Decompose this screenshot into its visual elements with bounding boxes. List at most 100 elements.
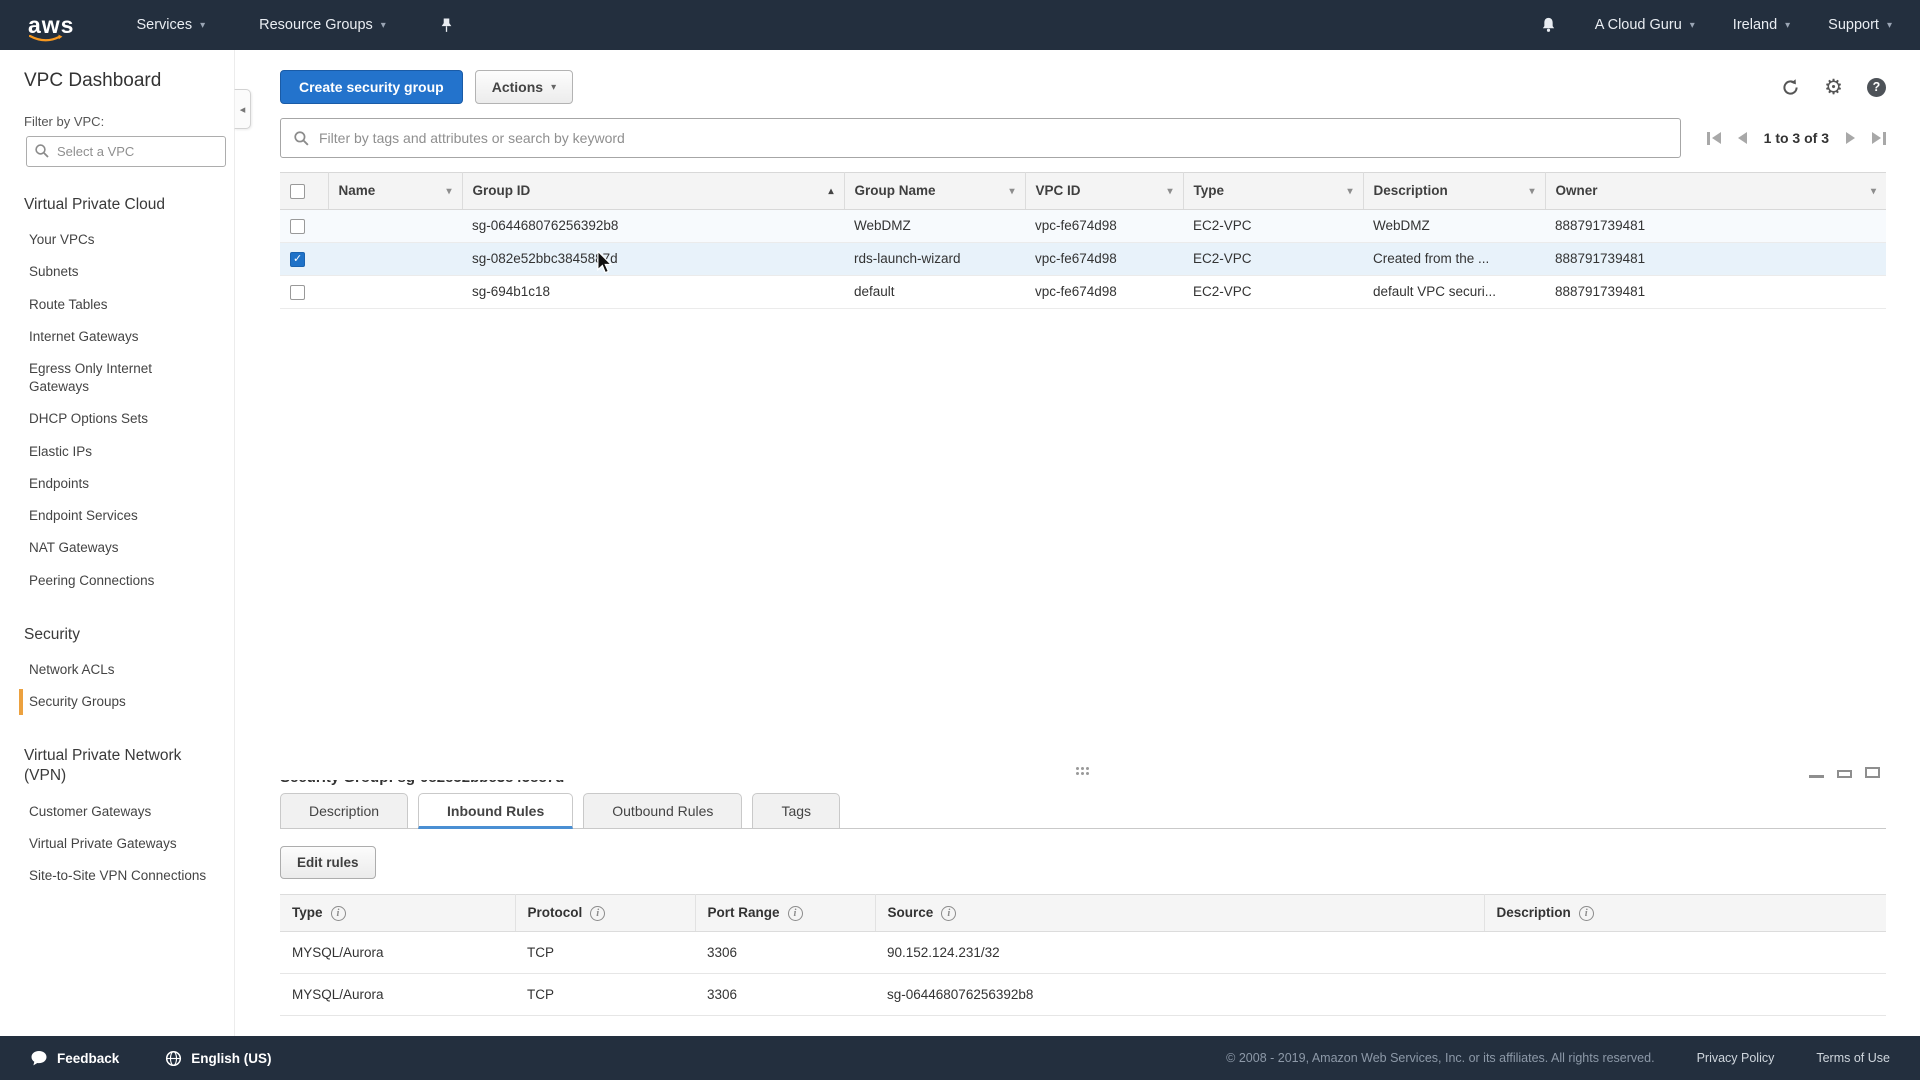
filter-caret-icon[interactable]: ▾ bbox=[1347, 186, 1352, 197]
help-icon[interactable]: ? bbox=[1867, 78, 1886, 97]
filter-caret-icon[interactable]: ▾ bbox=[1009, 186, 1014, 197]
notifications-bell-icon[interactable] bbox=[1540, 16, 1557, 34]
section-heading-vpn: Virtual Private Network (VPN) bbox=[24, 746, 210, 786]
row-checkbox[interactable] bbox=[290, 285, 305, 300]
select-all-checkbox[interactable] bbox=[290, 184, 305, 199]
cell-vpc-id: vpc-fe674d98 bbox=[1025, 209, 1183, 242]
create-security-group-button[interactable]: Create security group bbox=[280, 70, 463, 104]
column-header-group-name[interactable]: Group Name▾ bbox=[844, 173, 1025, 210]
refresh-icon[interactable] bbox=[1781, 78, 1800, 97]
vpc-filter-input[interactable] bbox=[26, 136, 226, 167]
column-header-name[interactable]: Name▾ bbox=[328, 173, 462, 210]
column-header-description[interactable]: Description▾ bbox=[1363, 173, 1545, 210]
sidebar-item-peering-connections[interactable]: Peering Connections bbox=[0, 565, 234, 597]
aws-logo[interactable]: aws bbox=[28, 14, 74, 37]
sidebar-item-endpoints[interactable]: Endpoints bbox=[0, 468, 234, 500]
column-header-owner[interactable]: Owner▾ bbox=[1545, 173, 1886, 210]
next-page-icon bbox=[1846, 132, 1855, 144]
pagination-prev-button[interactable] bbox=[1738, 132, 1747, 144]
filter-search-box[interactable] bbox=[280, 118, 1681, 158]
nav-region-menu[interactable]: Ireland ▾ bbox=[1733, 17, 1790, 33]
panel-minimize-icon[interactable] bbox=[1809, 775, 1824, 778]
sidebar-item-security-groups[interactable]: Security Groups bbox=[0, 686, 234, 718]
nav-support-menu[interactable]: Support ▾ bbox=[1828, 17, 1892, 33]
row-checkbox[interactable] bbox=[290, 252, 305, 267]
sidebar-item-customer-gateways[interactable]: Customer Gateways bbox=[0, 796, 234, 828]
sidebar-item-site-to-site-vpn-connections[interactable]: Site-to-Site VPN Connections bbox=[0, 860, 234, 892]
rule-port-range: 3306 bbox=[695, 974, 875, 1016]
filter-caret-icon[interactable]: ▾ bbox=[1529, 186, 1534, 197]
rules-column-protocol: Protocol bbox=[515, 895, 695, 932]
rule-protocol: TCP bbox=[515, 932, 695, 974]
rule-row: MYSQL/Aurora TCP 3306 90.152.124.231/32 bbox=[280, 932, 1886, 974]
sidebar-item-internet-gateways[interactable]: Internet Gateways bbox=[0, 321, 234, 353]
filter-caret-icon[interactable]: ▾ bbox=[1167, 186, 1172, 197]
cell-group-id: sg-694b1c18 bbox=[462, 275, 844, 308]
tab-tags[interactable]: Tags bbox=[752, 793, 840, 829]
cell-owner: 888791739481 bbox=[1545, 242, 1886, 275]
top-nav-right: A Cloud Guru ▾ Ireland ▾ Support ▾ bbox=[1540, 16, 1892, 34]
sidebar-item-subnets[interactable]: Subnets bbox=[0, 256, 234, 288]
nav-resource-groups[interactable]: Resource Groups ▾ bbox=[259, 17, 386, 33]
gear-icon[interactable]: ⚙ bbox=[1824, 77, 1843, 98]
sidebar-item-route-tables[interactable]: Route Tables bbox=[0, 289, 234, 321]
nav-account-menu[interactable]: A Cloud Guru ▾ bbox=[1595, 17, 1695, 33]
column-header-vpc-id[interactable]: VPC ID▾ bbox=[1025, 173, 1183, 210]
column-header-type[interactable]: Type▾ bbox=[1183, 173, 1363, 210]
top-nav: aws Services ▾ Resource Groups ▾ A Cloud… bbox=[0, 0, 1920, 50]
privacy-policy-link[interactable]: Privacy Policy bbox=[1697, 1051, 1775, 1065]
cell-name bbox=[328, 209, 462, 242]
cell-type: EC2-VPC bbox=[1183, 209, 1363, 242]
page-title: VPC Dashboard bbox=[24, 70, 234, 92]
language-selector[interactable]: English (US) bbox=[165, 1050, 271, 1067]
sidebar-item-nat-gateways[interactable]: NAT Gateways bbox=[0, 532, 234, 564]
cell-group-name: rds-launch-wizard bbox=[844, 242, 1025, 275]
feedback-button[interactable]: Feedback bbox=[30, 1050, 119, 1067]
pagination-first-button[interactable] bbox=[1707, 132, 1721, 145]
sidebar-item-network-acls[interactable]: Network ACLs bbox=[0, 654, 234, 686]
rule-description bbox=[1484, 974, 1886, 1016]
table-row[interactable]: sg-694b1c18 default vpc-fe674d98 EC2-VPC… bbox=[280, 275, 1886, 308]
chevron-left-icon: ◂ bbox=[240, 103, 246, 116]
globe-icon bbox=[165, 1050, 182, 1067]
sidebar-collapse-button[interactable]: ◂ bbox=[234, 89, 251, 129]
table-row[interactable]: sg-064468076256392b8 WebDMZ vpc-fe674d98… bbox=[280, 209, 1886, 242]
sidebar-item-elastic-ips[interactable]: Elastic IPs bbox=[0, 436, 234, 468]
panel-splitter[interactable] bbox=[280, 764, 1886, 780]
panel-restore-icon[interactable] bbox=[1837, 770, 1852, 778]
table-header-row: Name▾ Group ID▴ Group Name▾ VPC ID▾ Type… bbox=[280, 173, 1886, 210]
row-checkbox[interactable] bbox=[290, 219, 305, 234]
terms-of-use-link[interactable]: Terms of Use bbox=[1816, 1051, 1890, 1065]
rules-column-port-range: Port Range bbox=[695, 895, 875, 932]
pin-shortcut-icon[interactable] bbox=[440, 17, 453, 33]
rule-row: MYSQL/Aurora TCP 3306 sg-064468076256392… bbox=[280, 974, 1886, 1016]
table-row[interactable]: sg-082e52bbc3845887d rds-launch-wizard v… bbox=[280, 242, 1886, 275]
rule-source: sg-064468076256392b8 bbox=[875, 974, 1484, 1016]
filter-by-vpc-label: Filter by VPC: bbox=[24, 114, 234, 129]
rules-column-type: Type bbox=[280, 895, 515, 932]
pagination-next-button[interactable] bbox=[1846, 132, 1855, 144]
sidebar-item-endpoint-services[interactable]: Endpoint Services bbox=[0, 500, 234, 532]
info-icon bbox=[1579, 906, 1594, 921]
sidebar-item-egress-only-internet-gateways[interactable]: Egress Only Internet Gateways bbox=[0, 353, 234, 403]
tab-inbound-rules[interactable]: Inbound Rules bbox=[418, 793, 573, 829]
panel-maximize-icon[interactable] bbox=[1865, 767, 1880, 778]
chevron-down-icon: ▾ bbox=[551, 82, 556, 93]
section-heading-security: Security bbox=[24, 625, 210, 645]
prev-page-icon bbox=[1738, 132, 1747, 144]
pagination-last-button[interactable] bbox=[1872, 132, 1886, 145]
filter-caret-icon[interactable]: ▾ bbox=[1871, 186, 1876, 197]
filter-search-input[interactable] bbox=[319, 130, 1668, 146]
actions-button[interactable]: Actions ▾ bbox=[475, 70, 573, 104]
info-icon bbox=[941, 906, 956, 921]
filter-caret-icon[interactable]: ▾ bbox=[446, 186, 451, 197]
sidebar-item-virtual-private-gateways[interactable]: Virtual Private Gateways bbox=[0, 828, 234, 860]
edit-rules-button[interactable]: Edit rules bbox=[280, 846, 376, 879]
sidebar-item-dhcp-options-sets[interactable]: DHCP Options Sets bbox=[0, 403, 234, 435]
tab-description[interactable]: Description bbox=[280, 793, 408, 829]
tab-outbound-rules[interactable]: Outbound Rules bbox=[583, 793, 742, 829]
nav-services[interactable]: Services ▾ bbox=[136, 17, 205, 33]
aws-console: aws Services ▾ Resource Groups ▾ A Cloud… bbox=[0, 0, 1920, 1080]
column-header-group-id[interactable]: Group ID▴ bbox=[462, 173, 844, 210]
sidebar-item-your-vpcs[interactable]: Your VPCs bbox=[0, 224, 234, 256]
